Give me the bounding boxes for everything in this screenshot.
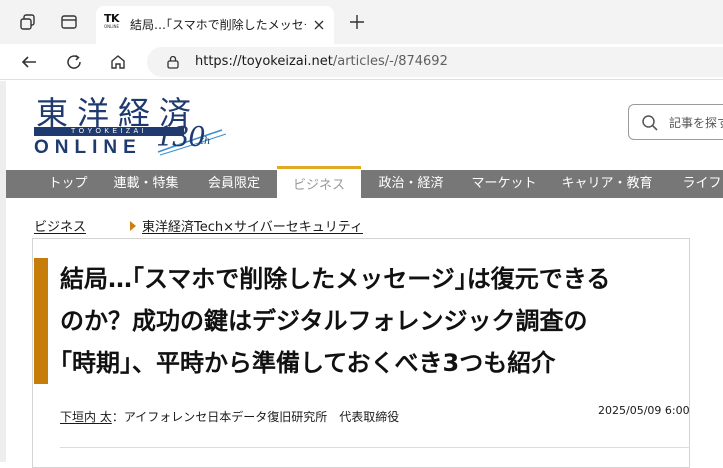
nav-item-career-education[interactable]: キャリア・教育 <box>554 170 660 198</box>
nav-item-life[interactable]: ライフ <box>674 170 723 198</box>
logo-online-text: ONLINE <box>34 137 142 158</box>
url-path: /articles/-/874692 <box>332 54 448 69</box>
url-text[interactable]: https://toyokeizai.net/articles/-/874692 <box>195 54 448 69</box>
nav-item-politics-economy[interactable]: 政治・経済 <box>366 170 456 198</box>
vertical-tabs-icon[interactable] <box>57 10 81 34</box>
site-logo[interactable]: 東洋経済 TOYOKEIZAI ONLINE 130 th <box>32 88 232 160</box>
byline: 下垣内 太：アイフォレンセ日本データ復旧研究所 代表取締役 <box>60 408 399 425</box>
url-domain: https://toyokeizai.net <box>195 54 333 69</box>
new-tab-plus-icon[interactable] <box>346 11 368 33</box>
article-headline: 結局…｢スマホで削除したメッセージ｣は復元できる のか？成功の鍵はデジタルフォレ… <box>60 258 710 384</box>
tab-title: 結局…｢スマホで削除したメッセージ｣は復元できるのか <box>130 18 306 32</box>
byline-divider <box>60 447 690 448</box>
home-icon[interactable] <box>106 50 130 74</box>
reload-icon[interactable] <box>62 50 86 74</box>
active-tab[interactable]: TK ONLINE 結局…｢スマホで削除したメッセージ｣は復元できるのか <box>96 6 334 44</box>
logo-anniversary: 130 th <box>156 122 228 160</box>
favicon-text: TK <box>104 12 120 25</box>
nav-item-members[interactable]: 会員限定 <box>196 170 272 198</box>
site-nav-bar: トップ 連載・特集 会員限定 ビジネス 政治・経済 マーケット キャリア・教育 … <box>6 166 723 198</box>
back-arrow-icon[interactable] <box>17 50 41 74</box>
headline-line-1: 結局…｢スマホで削除したメッセージ｣は復元できる <box>60 265 611 293</box>
search-icon[interactable] <box>641 114 659 132</box>
site-favicon-icon: TK ONLINE <box>104 13 122 35</box>
headline-accent-bar <box>34 258 48 384</box>
anniversary-suffix: th <box>200 136 211 147</box>
browser-toolbar: https://toyokeizai.net/articles/-/874692 <box>0 44 723 80</box>
nav-item-market[interactable]: マーケット <box>462 170 546 198</box>
address-bar[interactable]: https://toyokeizai.net/articles/-/874692 <box>147 47 723 77</box>
nav-item-top[interactable]: トップ <box>38 170 98 198</box>
breadcrumb-arrow-icon <box>130 221 136 231</box>
author-link[interactable]: 下垣内 太 <box>60 410 112 424</box>
article-search-box[interactable]: 記事を探す <box>628 104 723 140</box>
author-affiliation: ：アイフォレンセ日本データ復旧研究所 代表取締役 <box>111 410 400 424</box>
nav-item-series[interactable]: 連載・特集 <box>106 170 186 198</box>
favicon-subtext: ONLINE <box>104 24 120 29</box>
lock-icon[interactable] <box>165 54 181 70</box>
tab-close-icon[interactable] <box>310 16 328 34</box>
publish-date: 2025/05/09 6:00 <box>598 404 690 417</box>
browser-tab-bar: TK ONLINE 結局…｢スマホで削除したメッセージ｣は復元できるのか <box>0 0 723 44</box>
breadcrumb-series[interactable]: 東洋経済Tech×サイバーセキュリティ <box>142 216 363 235</box>
page-left-gutter <box>0 81 6 462</box>
headline-line-2: のか？成功の鍵はデジタルフォレンジック調査の <box>60 307 588 335</box>
search-placeholder: 記事を探す <box>669 116 723 130</box>
anniversary-number: 130 <box>156 122 206 153</box>
headline-line-3: ｢時期｣、平時から準備しておくべき3つも紹介 <box>60 349 556 377</box>
breadcrumb-business[interactable]: ビジネス <box>34 216 86 235</box>
nav-item-business[interactable]: ビジネス <box>277 166 361 198</box>
workspaces-icon[interactable] <box>16 10 40 34</box>
